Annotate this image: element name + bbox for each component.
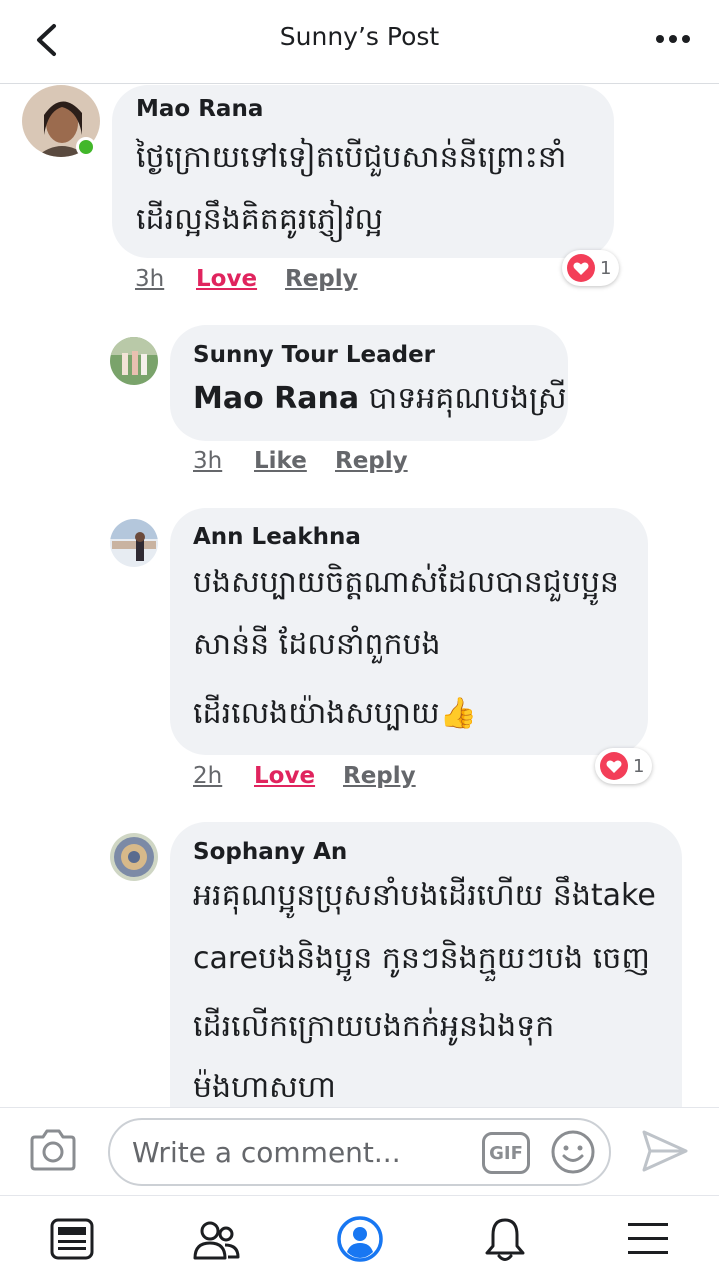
send-icon <box>642 1130 688 1172</box>
nav-menu[interactable] <box>623 1214 673 1264</box>
reaction-count: 1 <box>633 755 645 777</box>
back-button[interactable] <box>28 20 64 60</box>
more-horizontal-icon <box>656 35 690 43</box>
comment-timestamp[interactable]: 3h <box>135 266 164 292</box>
chevron-left-icon <box>37 24 56 56</box>
comment-text-line: បងសប្បាយចិត្តណាស់ដែលបានជួបប្អូន <box>193 565 619 600</box>
top-bar: Sunny’s Post <box>0 0 719 84</box>
comment-text-line: អរគុណប្អូនប្រុសនាំបងដើរហើយ នឹងtake <box>193 878 656 913</box>
nav-profile[interactable] <box>335 1214 385 1264</box>
comment-composer: GIF <box>0 1107 719 1195</box>
comment-text-line: ដើរលេងយ៉ាងសប្បាយ👍 <box>193 696 477 731</box>
nav-notifications[interactable] <box>480 1214 530 1264</box>
camera-icon <box>30 1129 76 1171</box>
avatar[interactable] <box>110 833 158 881</box>
nav-groups[interactable] <box>191 1214 241 1264</box>
love-reaction-link[interactable]: Love <box>254 763 315 789</box>
reply-link[interactable]: Reply <box>285 266 358 292</box>
reply-link[interactable]: Reply <box>335 448 408 474</box>
reply-link[interactable]: Reply <box>343 763 416 789</box>
like-link[interactable]: Like <box>254 448 307 474</box>
user-photo-icon <box>110 337 158 385</box>
reaction-count: 1 <box>600 257 612 279</box>
avatar[interactable] <box>110 519 158 567</box>
camera-button[interactable] <box>28 1128 78 1172</box>
comment-text: បាទអគុណបងស្រី <box>359 381 567 416</box>
page-title: Sunny’s Post <box>279 22 440 51</box>
bottom-navigation <box>0 1195 719 1280</box>
avatar[interactable] <box>110 337 158 385</box>
profile-icon <box>337 1216 383 1262</box>
comment-timestamp[interactable]: 2h <box>193 763 222 789</box>
comment-text-line: ដើរលើកក្រោយបងកក់អូនឯងទុក <box>193 1009 555 1044</box>
comment-timestamp[interactable]: 3h <box>193 448 222 474</box>
comment-text-line: សាន់នី ដែលនាំពួកបង <box>193 627 441 662</box>
user-photo-icon <box>110 833 158 881</box>
comment-input[interactable] <box>132 1132 472 1172</box>
comments-list: Mao Rana ថ្ងៃក្រោយទៅទៀតបើជួបសាន់នីព្រោះន… <box>0 85 719 1107</box>
comment-text-line: ម៉ងហាសហា <box>193 1070 336 1105</box>
more-options-button[interactable] <box>653 22 693 56</box>
heart-icon <box>567 254 595 282</box>
comment-text-line: careបងនិងប្អូន កូនៗនិងក្មួយៗបង ចេញ <box>193 941 650 976</box>
comment-text-line: ថ្ងៃក្រោយទៅទៀតបើជួបសាន់នីព្រោះនាំ <box>136 140 567 175</box>
groups-icon <box>193 1221 240 1260</box>
menu-icon <box>628 1223 668 1254</box>
comment-text-line: ដើរល្អនឹងគិតគូរភ្ញៀវល្អ <box>136 202 383 237</box>
mention-link[interactable]: Mao Rana <box>193 381 359 416</box>
notifications-bell-icon <box>485 1218 525 1261</box>
comment-text-line: Mao Rana បាទអគុណបងស្រី <box>193 368 567 430</box>
comment-author[interactable]: Ann Leakhna <box>193 524 361 550</box>
smiley-icon <box>551 1130 595 1174</box>
online-status-indicator <box>76 137 96 157</box>
emoji-button[interactable] <box>550 1129 596 1175</box>
love-reaction-link[interactable]: Love <box>196 266 257 292</box>
news-feed-icon <box>50 1218 94 1260</box>
user-photo-icon <box>110 519 158 567</box>
send-button[interactable] <box>640 1128 690 1174</box>
gif-button[interactable]: GIF <box>482 1132 530 1174</box>
heart-icon <box>600 752 628 780</box>
comment-author[interactable]: Sophany An <box>193 839 347 865</box>
reaction-summary[interactable]: 1 <box>595 748 653 784</box>
comment-author[interactable]: Mao Rana <box>136 96 263 122</box>
comment-input-container[interactable]: GIF <box>108 1118 611 1186</box>
comment-author[interactable]: Sunny Tour Leader <box>193 342 435 368</box>
reaction-summary[interactable]: 1 <box>562 250 620 286</box>
nav-news-feed[interactable] <box>47 1214 97 1264</box>
